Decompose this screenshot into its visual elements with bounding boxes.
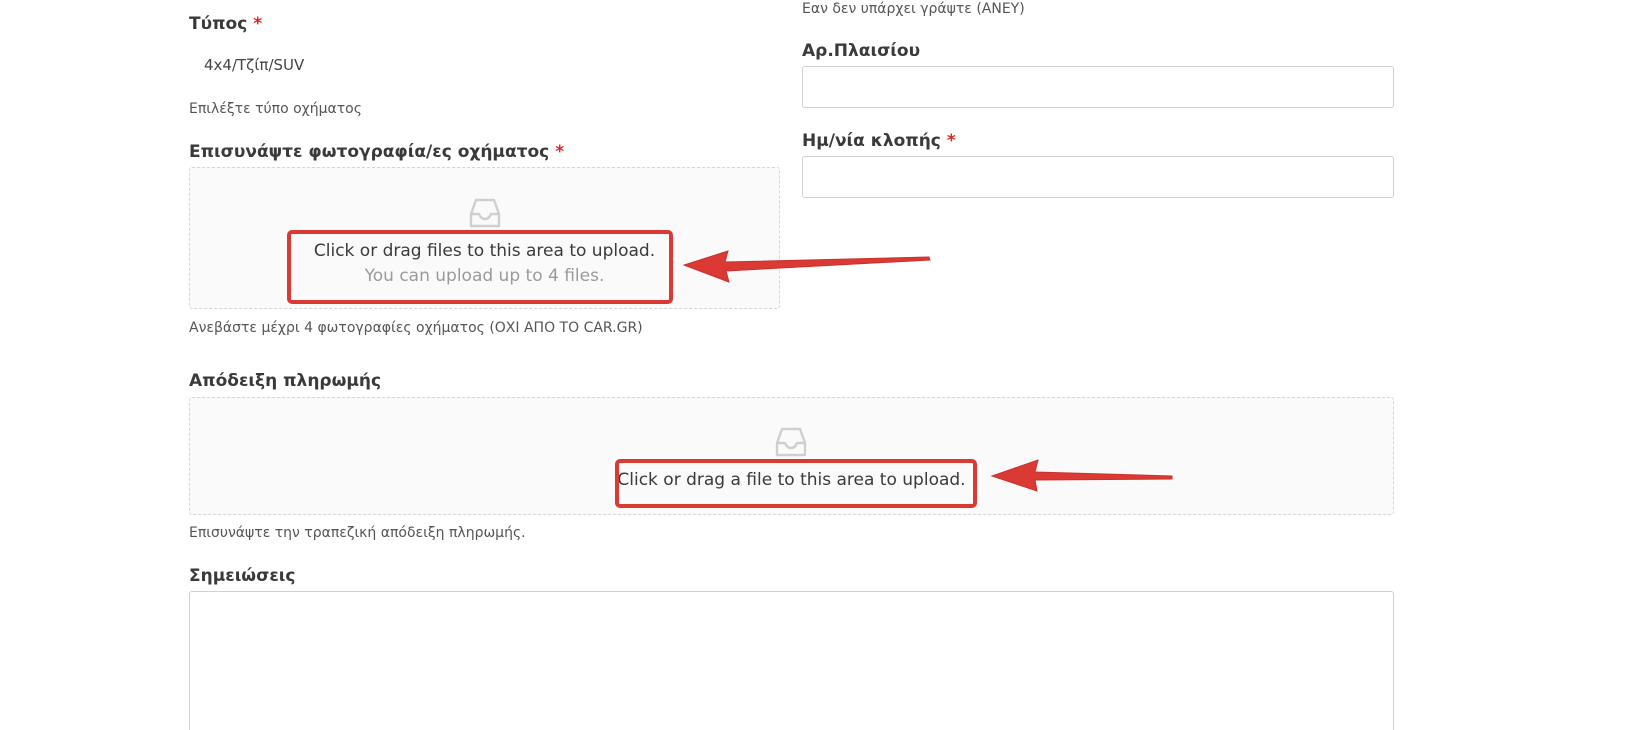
annotation-arrow-shape (990, 459, 1173, 492)
annotation-arrow (682, 250, 1173, 492)
annotation-arrow-shape (682, 250, 931, 283)
